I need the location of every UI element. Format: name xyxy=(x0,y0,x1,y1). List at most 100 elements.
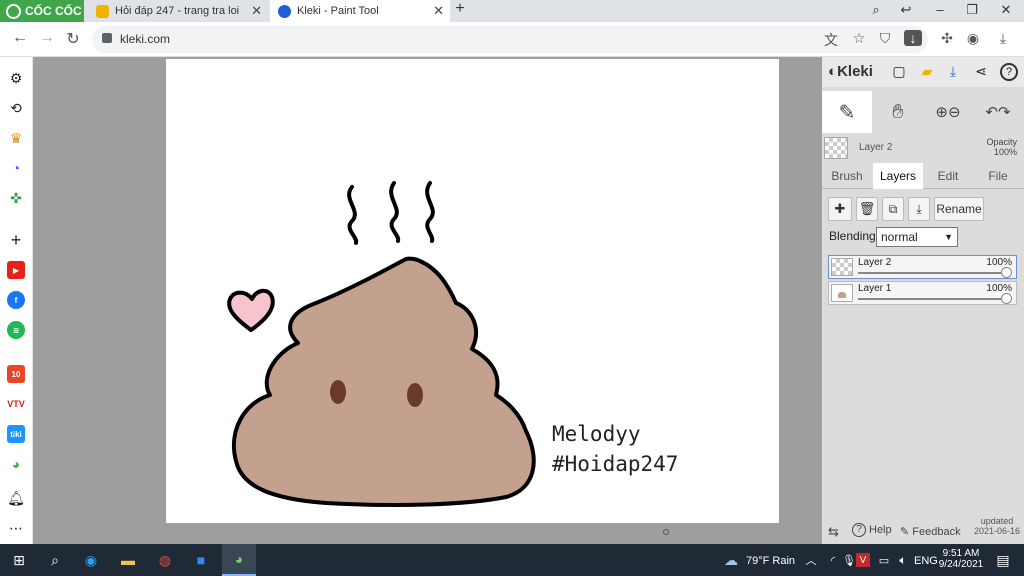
tab-hoidap[interactable]: Hỏi đáp 247 - trang tra loi ✕ xyxy=(88,0,268,22)
spotify-icon[interactable]: ≋ xyxy=(7,321,25,339)
layer-opacity-slider[interactable] xyxy=(858,272,1006,274)
undo-redo-icon[interactable]: ↶↷ xyxy=(978,91,1018,133)
close-tab-icon[interactable]: ✕ xyxy=(251,3,262,19)
kleki-logo[interactable]: ◐Kleki xyxy=(828,63,873,80)
blending-select[interactable]: normal ▼ xyxy=(876,227,958,247)
forward-arrow-icon[interactable]: → xyxy=(37,29,57,47)
layer-name: Layer 1 xyxy=(858,283,892,294)
search-icon[interactable]: ⌕ xyxy=(44,550,66,570)
delete-layer-icon[interactable]: 🗑︎ xyxy=(856,197,878,221)
downloads-icon[interactable]: ⤓ xyxy=(994,30,1012,47)
tab-search-icon[interactable]: ⌕ xyxy=(866,2,886,18)
facebook-icon[interactable]: f xyxy=(7,291,25,309)
windows-start-icon[interactable]: ⊞ xyxy=(8,550,30,570)
tab-title: Hỏi đáp 247 - trang tra loi xyxy=(115,5,240,17)
volume-icon[interactable]: 🔈︎ xyxy=(892,550,914,570)
clock[interactable]: 9:51 AM 9/24/2021 xyxy=(938,548,984,570)
coccoc-brand-button[interactable]: CỐC CỐC xyxy=(0,0,84,22)
merge-down-icon[interactable]: ⤓ xyxy=(908,197,930,221)
open-folder-icon[interactable]: ▰ xyxy=(918,63,936,81)
extensions-icon[interactable]: ✣ xyxy=(938,30,956,47)
feedback-label: Feedback xyxy=(912,526,961,538)
url-field[interactable]: kleki.com xyxy=(92,26,928,53)
add-layer-button[interactable]: ✚ xyxy=(828,197,852,221)
tab-edit[interactable]: Edit xyxy=(923,163,973,189)
kleki-panel: ◐Kleki ▢ ▰ ⤓ ⋖ ? ✎ ✋︎ ⊕⊖ ↶↷ Layer 2 Opac… xyxy=(822,57,1024,544)
weather-cloud-icon[interactable]: ☁ xyxy=(720,550,742,570)
panel-footer: ⇆ ? Help ✎ Feedback updated 2021-06-16 xyxy=(822,516,1024,544)
hoidap-favicon-icon xyxy=(96,4,109,18)
youtube-icon[interactable]: ▶ xyxy=(7,261,25,279)
coccoc-taskbar-icon[interactable]: ◕ xyxy=(222,544,256,576)
settings-gear-icon[interactable]: ⚙ xyxy=(7,69,25,87)
hand-tool-icon[interactable]: ✋︎ xyxy=(880,91,916,133)
crown-icon[interactable]: ♛ xyxy=(7,129,25,147)
help-circle-icon[interactable]: ? xyxy=(1000,63,1018,81)
address-bar: ← → ↻ kleki.com 文 ☆ ⛉ ↓ ✣ ◉ ⤓ xyxy=(0,22,1024,57)
swap-icon[interactable]: ⇆ xyxy=(828,524,839,540)
slider-knob[interactable] xyxy=(1001,293,1012,304)
layer-row[interactable]: Layer 2 100% xyxy=(828,255,1017,279)
zoom-in-out-icon[interactable]: ⊕⊖ xyxy=(930,91,966,133)
shopee-icon[interactable]: 10 xyxy=(7,365,25,383)
profile-icon[interactable]: ◉ xyxy=(964,30,982,47)
tab-layers[interactable]: Layers xyxy=(873,163,923,189)
signature-line2: #Hoidap247 xyxy=(552,452,678,476)
language-indicator[interactable]: ENG xyxy=(914,555,938,567)
maximize-button[interactable]: ❐ xyxy=(962,2,982,18)
save-download-icon[interactable]: ⤓ xyxy=(944,63,962,81)
brush-tool-icon[interactable]: ✎ xyxy=(822,91,872,133)
download-page-icon[interactable]: ↓ xyxy=(904,30,922,46)
tool-row: ✎ ✋︎ ⊕⊖ ↶↷ xyxy=(822,91,1024,133)
slider-knob[interactable] xyxy=(1001,267,1012,278)
help-link[interactable]: ? Help xyxy=(852,523,892,537)
chevron-up-icon[interactable]: ︿ xyxy=(800,550,822,570)
canvas-area[interactable]: Melodyy #Hoidap247 xyxy=(33,57,822,544)
poop-body xyxy=(231,256,536,507)
layer-opacity-slider[interactable] xyxy=(858,298,1006,300)
tab-strip: CỐC CỐC Hỏi đáp 247 - trang tra loi ✕ Kl… xyxy=(0,0,1024,22)
tab-title: Kleki - Paint Tool xyxy=(297,5,379,17)
vtv-icon[interactable]: VTV xyxy=(7,395,25,413)
chrome-icon[interactable]: ◍ xyxy=(154,550,176,570)
vivaldi-tray-icon[interactable]: V xyxy=(856,553,870,567)
new-tab-button[interactable]: + xyxy=(450,0,470,18)
minimize-button[interactable]: – xyxy=(930,2,950,17)
tiki-icon[interactable]: tiki xyxy=(7,425,25,443)
more-options-icon[interactable]: ⋯ xyxy=(7,519,25,537)
duplicate-layer-icon[interactable]: ⧉ xyxy=(882,197,904,221)
bookmark-star-icon[interactable]: ☆ xyxy=(850,30,868,47)
new-image-icon[interactable]: ▢ xyxy=(890,63,908,81)
zoom-icon[interactable]: ■ xyxy=(190,550,212,570)
tab-kleki[interactable]: Kleki - Paint Tool ✕ xyxy=(270,0,450,22)
back-arrow-icon[interactable]: ← xyxy=(10,29,30,47)
notification-bell-icon[interactable]: 🔔︎ xyxy=(7,489,25,507)
canvas-handle[interactable] xyxy=(663,529,669,535)
add-shortcut-icon[interactable]: + xyxy=(7,230,25,250)
close-window-button[interactable]: ✕ xyxy=(996,2,1016,18)
edge-icon[interactable]: ◉ xyxy=(80,550,102,570)
tab-file[interactable]: File xyxy=(973,163,1023,189)
drawing-canvas[interactable]: Melodyy #Hoidap247 xyxy=(166,59,779,523)
browser-sidebar: ⚙ ⟲ ♛ ◔ ✜ + ▶ f ≋ 10 VTV tiki ◕ 🔔︎ ⋯ xyxy=(0,57,33,544)
history-icon[interactable]: ⟲ xyxy=(7,99,25,117)
updated-label: updated xyxy=(980,516,1014,526)
layer-row[interactable]: Layer 1 100% xyxy=(828,281,1017,305)
reload-icon[interactable]: ↻ xyxy=(63,29,83,49)
feedback-link[interactable]: ✎ Feedback xyxy=(900,525,961,538)
rename-button[interactable]: Rename xyxy=(934,197,984,221)
notification-center-icon[interactable]: ▤ xyxy=(992,550,1014,570)
weather-text[interactable]: 79°F Rain xyxy=(746,555,795,567)
back-panel-icon[interactable]: ↩ xyxy=(896,2,916,18)
kleki-logo-text: Kleki xyxy=(837,63,873,80)
translate-icon[interactable]: 文 xyxy=(822,30,840,50)
left-eye xyxy=(330,380,346,404)
tab-brush[interactable]: Brush xyxy=(822,163,872,189)
shield-icon[interactable]: ⛉ xyxy=(876,30,894,47)
game-controller-icon[interactable]: ✜ xyxy=(7,189,25,207)
file-explorer-icon[interactable]: ▬ xyxy=(117,550,139,570)
share-icon[interactable]: ⋖ xyxy=(972,63,990,81)
messenger-icon[interactable]: ◔ xyxy=(7,159,25,177)
close-tab-icon[interactable]: ✕ xyxy=(433,3,444,19)
coccoc-green-icon[interactable]: ◕ xyxy=(7,455,25,473)
